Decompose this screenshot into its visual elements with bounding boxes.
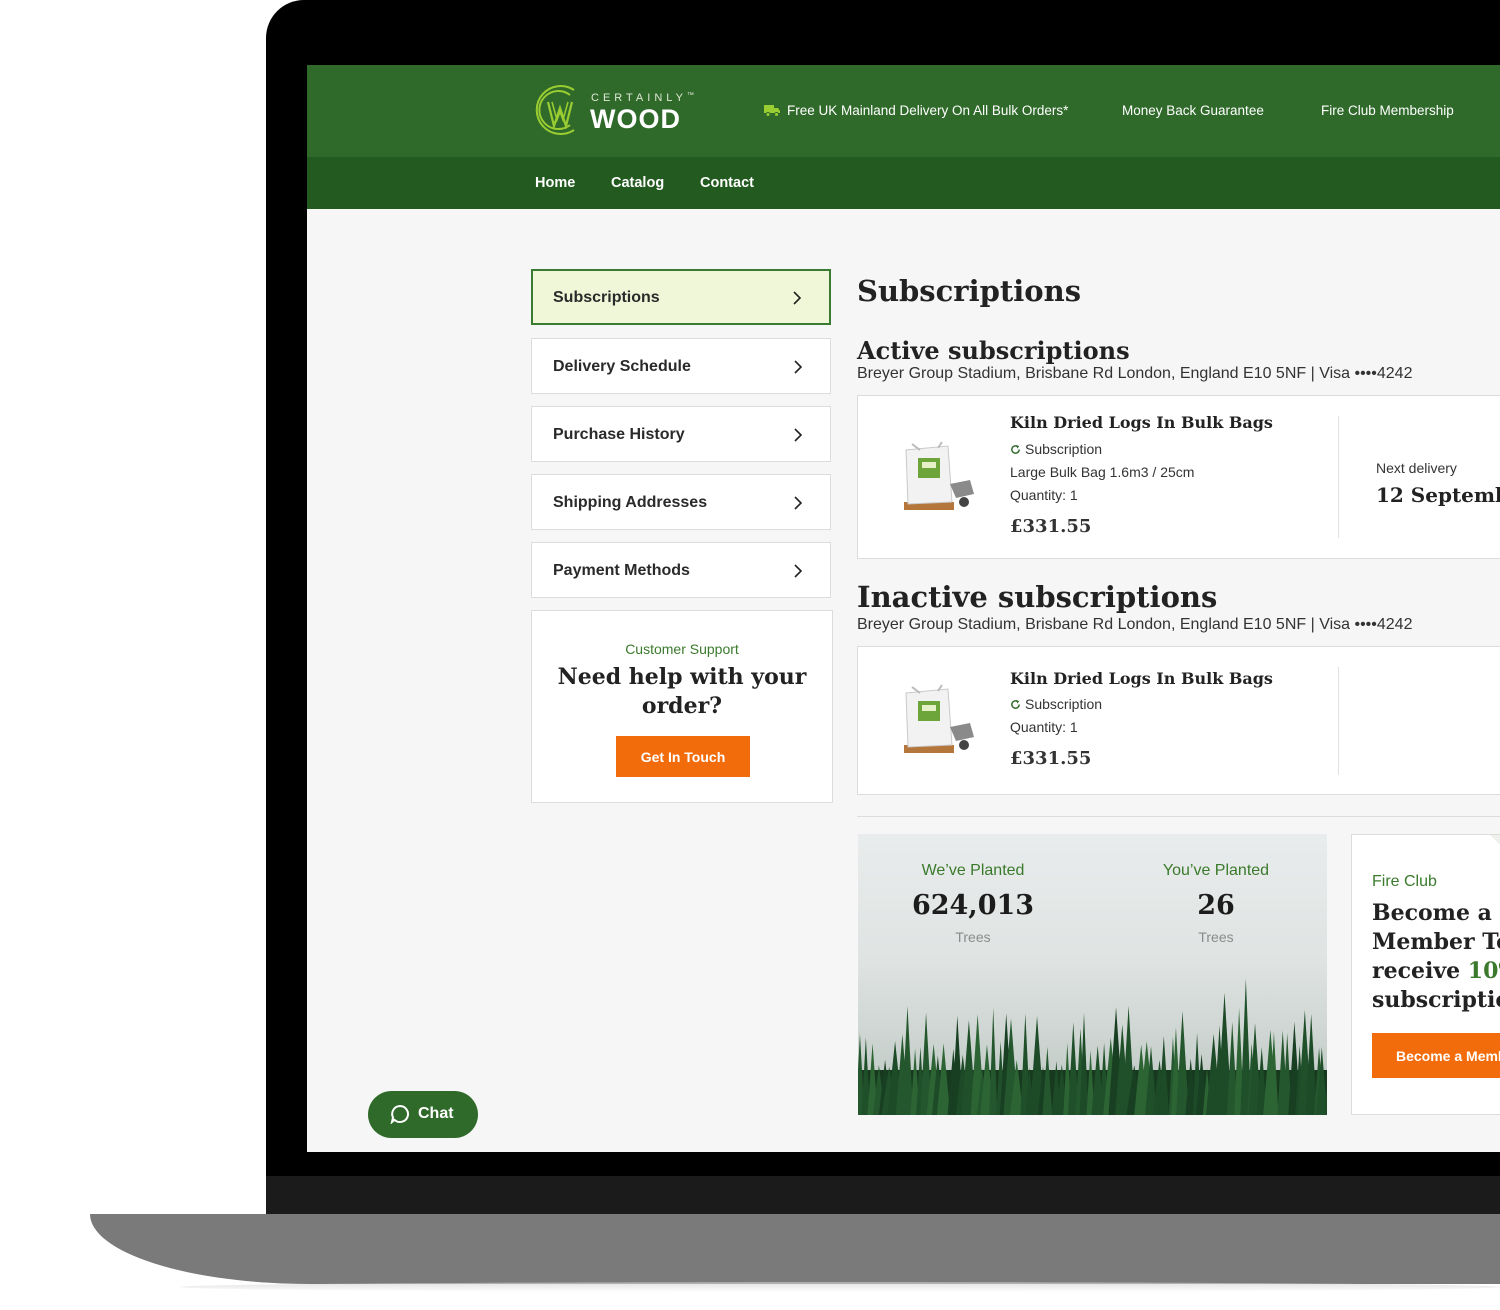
product-price: £331.55 — [1010, 516, 1092, 537]
chevron-right-icon — [794, 496, 803, 510]
card-divider — [1338, 416, 1339, 538]
page-title: Subscriptions — [857, 274, 1082, 308]
browser-screen: CERTAINLY™ WOOD Free UK Mainland Deliver… — [307, 65, 1500, 1152]
sidebar-item-purchase-history[interactable]: Purchase History — [531, 406, 831, 462]
active-address: Breyer Group Stadium, Brisbane Rd London… — [857, 365, 1413, 382]
inactive-address: Breyer Group Stadium, Brisbane Rd London… — [857, 616, 1413, 633]
logo-mark-icon — [535, 85, 575, 135]
chevron-right-icon — [794, 428, 803, 442]
active-subscription-card[interactable]: Kiln Dried Logs In Bulk Bags Subscriptio… — [857, 395, 1500, 559]
product-name[interactable]: Kiln Dried Logs In Bulk Bags — [1010, 669, 1273, 688]
fire-club-kicker: Fire Club — [1372, 873, 1437, 890]
forest-image — [858, 978, 1327, 1115]
laptop-hinge — [266, 1176, 1500, 1216]
refresh-icon — [1011, 444, 1020, 454]
logo-certainly-text: CERTAINLY™ — [591, 92, 694, 104]
product-name[interactable]: Kiln Dried Logs In Bulk Bags — [1010, 413, 1273, 432]
fire-club-card: Fire Club Become a Member To receive 10%… — [1351, 834, 1500, 1115]
logo-wood-text: WOOD — [590, 104, 681, 134]
sidebar-item-shipping-addresses[interactable]: Shipping Addresses — [531, 474, 831, 530]
next-delivery-date: 12 Septemb — [1376, 483, 1500, 507]
pine-tree — [989, 1007, 998, 1115]
truck-icon — [764, 105, 780, 117]
you-planted-label: You’ve Planted — [1162, 862, 1270, 879]
customer-support-box: Customer Support Need help with your ord… — [531, 610, 833, 803]
refresh-icon — [1011, 699, 1020, 709]
money-back-link[interactable]: Money Back Guarantee — [1122, 103, 1264, 118]
inactive-subscriptions-heading: Inactive subscriptions — [857, 580, 1218, 614]
chevron-right-icon — [794, 360, 803, 374]
product-quantity: Quantity: 1 — [1010, 487, 1078, 503]
you-planted-unit: Trees — [1198, 929, 1234, 945]
bulk-bag-product-image — [904, 684, 974, 753]
laptop-shadow — [180, 1282, 1500, 1292]
decorative-corner — [1490, 835, 1500, 895]
nav-catalog[interactable]: Catalog — [611, 175, 664, 191]
sidebar-item-delivery-schedule[interactable]: Delivery Schedule — [531, 338, 831, 394]
sidebar-item-label: Purchase History — [553, 426, 685, 443]
support-kicker: Customer Support — [625, 641, 739, 657]
sidebar-item-label: Subscriptions — [553, 289, 660, 306]
we-planted-unit: Trees — [955, 929, 991, 945]
you-planted-count: 26 — [1197, 890, 1235, 921]
laptop-base — [90, 1214, 1500, 1284]
we-planted-label: We’ve Planted — [921, 862, 1025, 879]
bulk-bag-product-image — [904, 441, 974, 510]
nav-contact[interactable]: Contact — [700, 175, 754, 191]
chevron-right-icon — [793, 291, 802, 305]
fire-club-link[interactable]: Fire Club Membership — [1321, 103, 1454, 118]
sidebar-item-label: Shipping Addresses — [553, 494, 708, 511]
we-planted-block: We’ve Planted 624,013 Trees — [858, 862, 1088, 945]
section-divider — [857, 816, 1500, 817]
you-planted-block: You’ve Planted 26 Trees — [1101, 862, 1327, 945]
sidebar-item-payment-methods[interactable]: Payment Methods — [531, 542, 831, 598]
product-variant: Large Bulk Bag 1.6m3 / 25cm — [1010, 464, 1195, 480]
free-delivery-link[interactable]: Free UK Mainland Delivery On All Bulk Or… — [787, 103, 1068, 118]
inactive-subscription-card[interactable]: Kiln Dried Logs In Bulk Bags Subscriptio… — [857, 646, 1500, 795]
sidebar-item-label: Delivery Schedule — [553, 358, 691, 375]
next-delivery-label: Next delivery — [1376, 460, 1457, 476]
certainly-wood-logo[interactable]: CERTAINLY™ WOOD — [530, 80, 700, 140]
card-divider — [1338, 667, 1339, 775]
chevron-right-icon — [794, 564, 803, 578]
sidebar-item-label: Payment Methods — [553, 562, 690, 579]
we-planted-count: 624,013 — [911, 890, 1035, 921]
chat-button[interactable]: Chat — [368, 1091, 478, 1138]
trees-planted-card: We’ve Planted 624,013 Trees You’ve Plant… — [858, 834, 1327, 1115]
subscription-type: Subscription — [1010, 441, 1102, 457]
nav-bar — [307, 157, 1500, 209]
active-subscriptions-heading: Active subscriptions — [857, 336, 1130, 365]
subscription-type: Subscription — [1010, 696, 1102, 712]
fire-club-text: Become a Member To receive 10% subscript… — [1372, 900, 1500, 1013]
product-quantity: Quantity: 1 — [1010, 719, 1078, 735]
support-title: Need help with your order? — [557, 664, 807, 719]
nav-home[interactable]: Home — [535, 175, 575, 191]
become-member-button[interactable]: Become a Member — [1372, 1033, 1500, 1078]
product-price: £331.55 — [1010, 748, 1092, 769]
get-in-touch-button[interactable]: Get In Touch — [616, 736, 750, 777]
chat-bubble-icon — [390, 1104, 409, 1124]
sidebar-item-subscriptions[interactable]: Subscriptions — [531, 269, 831, 325]
